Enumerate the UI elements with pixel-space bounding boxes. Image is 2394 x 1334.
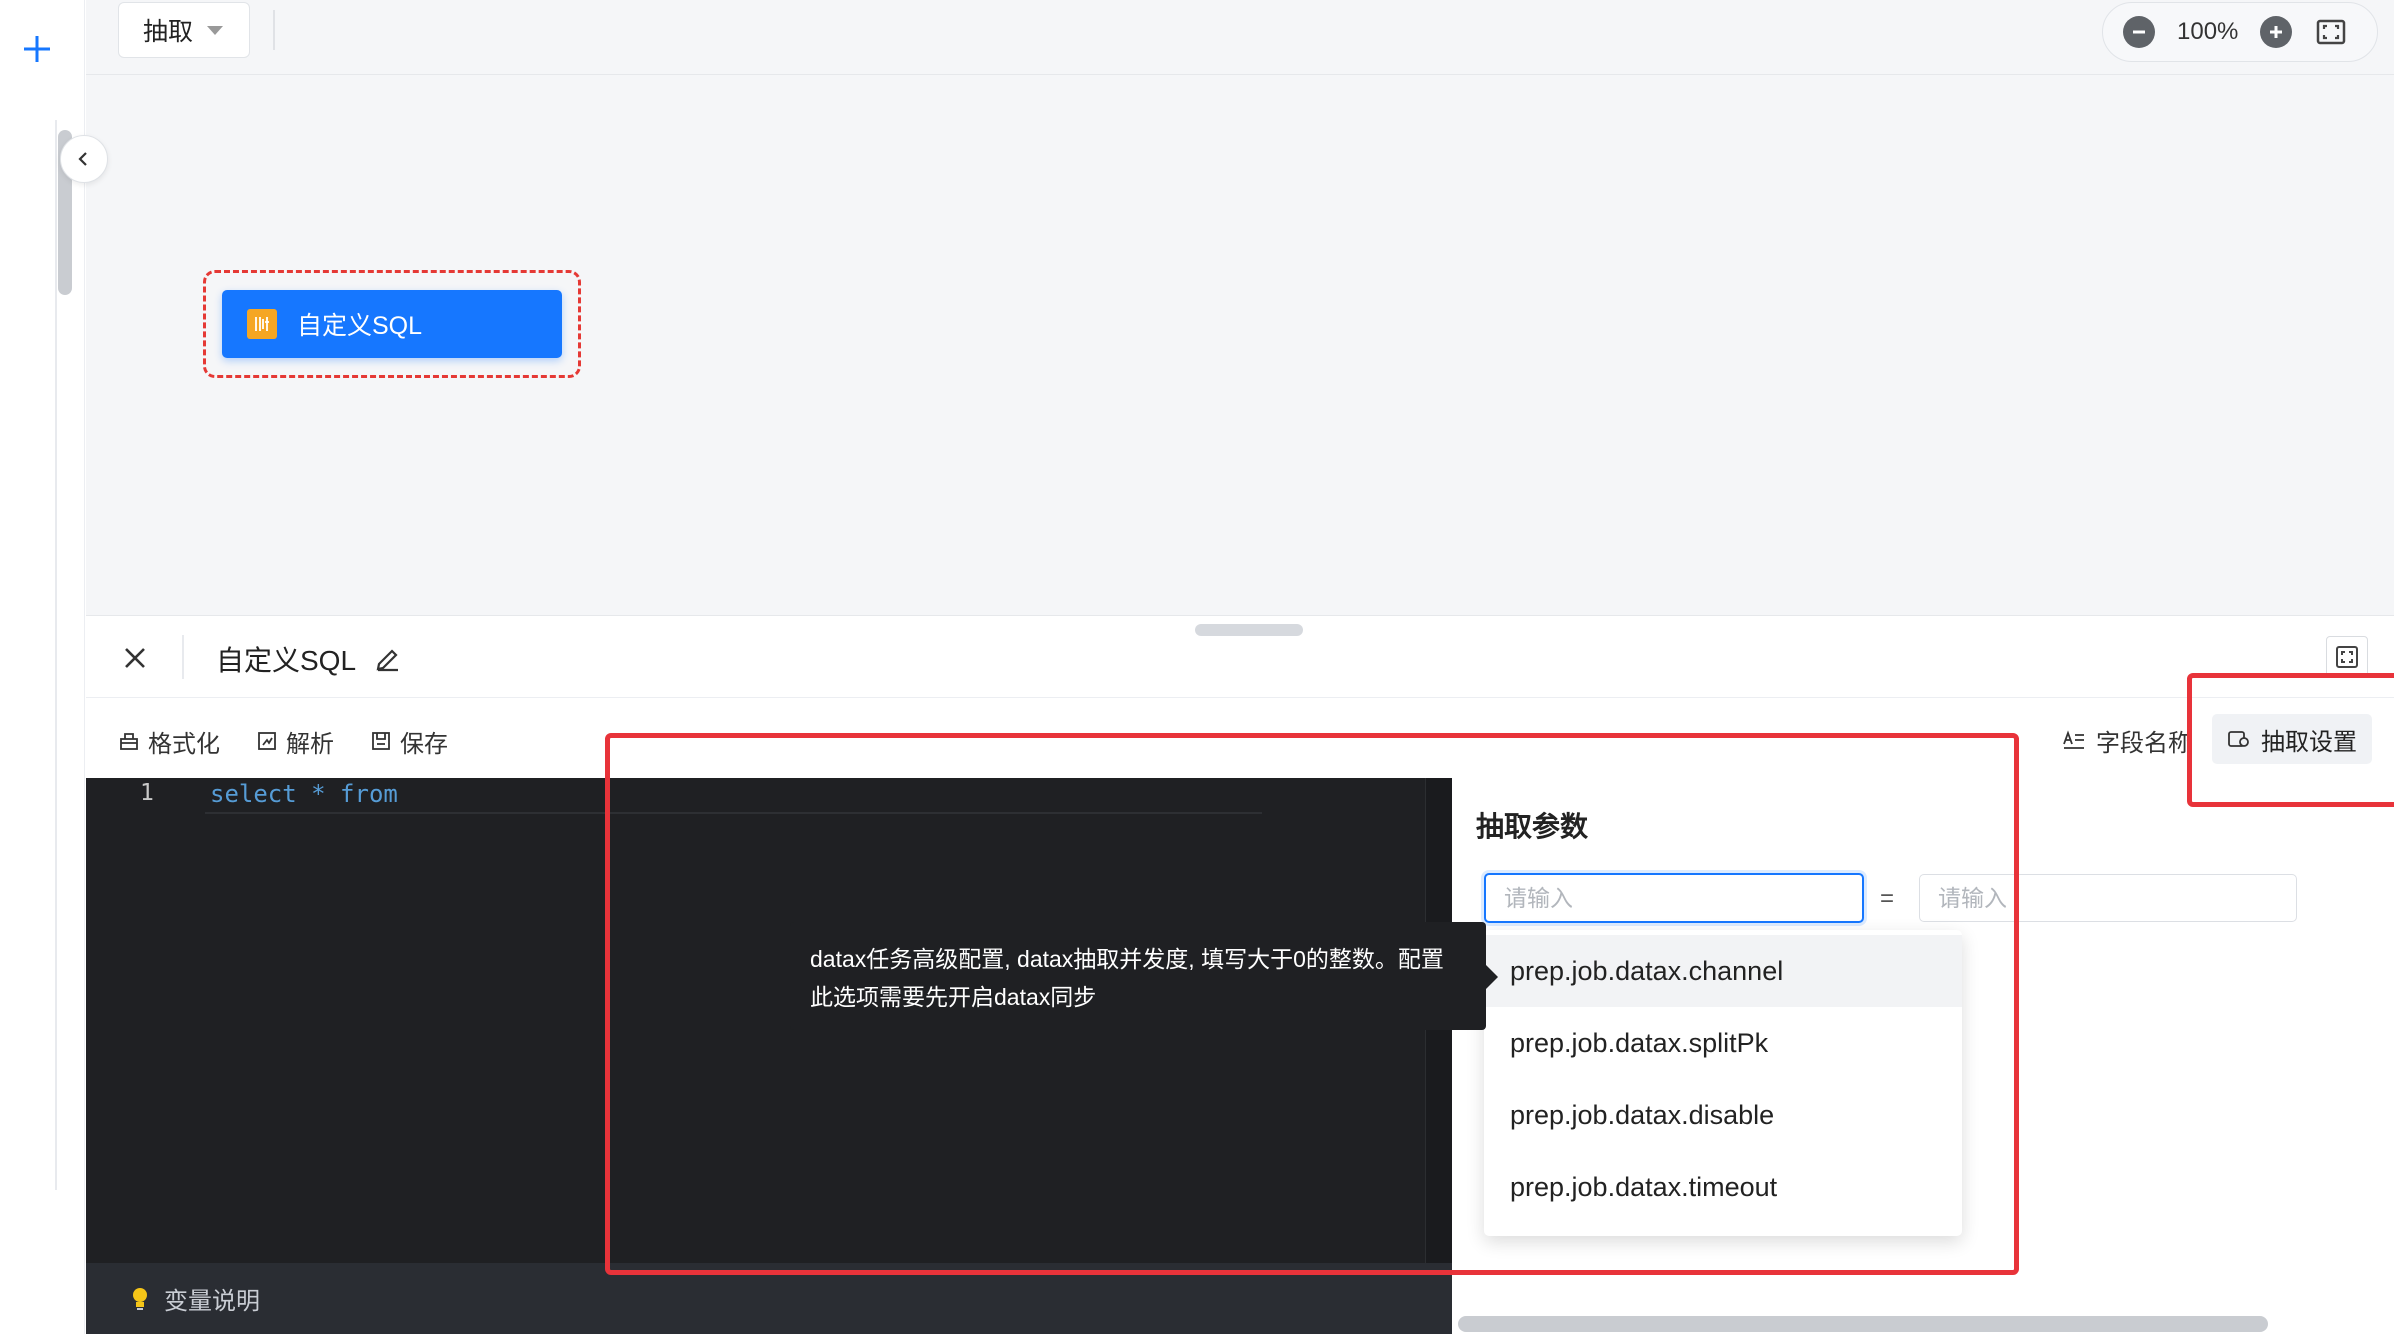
panel-title: 自定义SQL — [216, 645, 357, 676]
collapse-sidebar-button[interactable] — [60, 135, 108, 183]
panel-resize-handle[interactable] — [1195, 624, 1303, 636]
panel-header-divider — [86, 697, 2394, 698]
canvas-toolbar — [86, 0, 2394, 75]
highlight-box-extract-settings — [2187, 673, 2394, 807]
fit-view-button[interactable] — [2316, 19, 2346, 45]
code-line[interactable]: select * from — [210, 780, 398, 808]
save-label: 保存 — [400, 730, 448, 758]
fit-screen-icon — [2317, 19, 2346, 45]
plus-icon — [2270, 26, 2283, 38]
caret-down-icon — [207, 25, 224, 35]
custom-sql-node[interactable]: 自定义SQL — [222, 290, 562, 358]
add-button[interactable] — [14, 26, 60, 72]
save-button[interactable]: 保存 — [370, 723, 448, 759]
format-button[interactable]: 格式化 — [118, 723, 220, 759]
parse-icon — [258, 732, 276, 750]
field-name-button[interactable]: 字段名称 — [2062, 714, 2192, 766]
save-icon — [372, 732, 390, 750]
rename-button[interactable] — [370, 640, 406, 676]
node-label: 自定义SQL — [297, 312, 423, 340]
format-icon — [120, 733, 138, 750]
lightbulb-icon — [133, 1287, 147, 1310]
zoom-in-button[interactable] — [2260, 16, 2293, 48]
variable-help-label: 变量说明 — [164, 1288, 260, 1315]
mode-select-label: 抽取 — [143, 18, 194, 46]
close-icon — [125, 648, 145, 668]
highlight-box-params — [605, 733, 2019, 1275]
format-label: 格式化 — [148, 730, 220, 758]
mode-select[interactable]: 抽取 — [118, 2, 250, 58]
close-panel-button[interactable] — [115, 638, 155, 678]
text-field-icon — [2063, 730, 2084, 749]
plus-icon — [24, 36, 50, 62]
zoom-level: 100% — [2177, 18, 2239, 45]
sql-node-icon — [247, 309, 277, 339]
zoom-control: 100% — [2102, 2, 2378, 62]
fullscreen-icon — [2336, 646, 2358, 668]
edit-icon — [376, 649, 398, 672]
params-horizontal-scrollbar[interactable] — [1458, 1316, 2268, 1332]
parse-label: 解析 — [286, 730, 334, 758]
title-divider — [182, 635, 184, 679]
parse-button[interactable]: 解析 — [256, 723, 334, 759]
line-number: 1 — [140, 780, 154, 806]
chevron-left-icon — [78, 152, 87, 166]
zoom-out-button[interactable] — [2123, 16, 2155, 48]
toolbar-divider — [273, 10, 275, 50]
maximize-panel-button[interactable] — [2326, 636, 2368, 678]
minus-icon — [2133, 30, 2145, 34]
field-name-label: 字段名称 — [2096, 729, 2192, 757]
